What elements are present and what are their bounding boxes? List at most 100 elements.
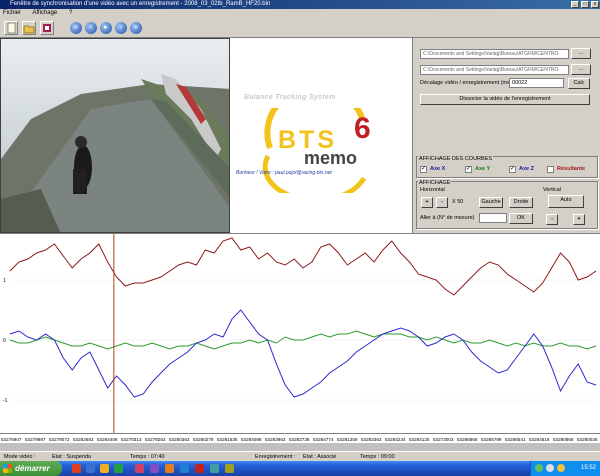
axe-y-checkbox[interactable]: ✓	[465, 166, 472, 173]
series-line-x	[9, 237, 597, 296]
bts-logo-area: Balance Tracking System BTS 6 memo Bonhe…	[230, 38, 412, 233]
menu-bar: Fichier Affichage ?	[0, 9, 600, 18]
goto-input[interactable]	[479, 213, 507, 223]
x-tick-label: 53286541	[505, 437, 526, 442]
x-tick-label: 53280279	[193, 437, 214, 442]
browse-video-button[interactable]: ...	[571, 48, 591, 59]
resultante-label: Résultante	[557, 166, 586, 172]
quicklaunch-icon-3[interactable]	[100, 464, 109, 473]
open-folder-icon[interactable]	[22, 21, 36, 35]
task-icon-1[interactable]	[135, 464, 144, 473]
calc-button[interactable]: Calc	[568, 78, 590, 89]
curves-title: AFFICHAGE DES COURBES	[418, 156, 494, 163]
forward-icon[interactable]: ›	[115, 22, 127, 34]
axe-z-checkbox[interactable]: ✓	[509, 166, 516, 173]
tray-volume-icon[interactable]	[546, 464, 554, 472]
tray-app-icon[interactable]	[557, 464, 565, 472]
task-icon-3[interactable]	[165, 464, 174, 473]
x-tick-label: 53284125	[409, 437, 430, 442]
accelerometer-chart[interactable]: 1 0 -1	[0, 233, 600, 434]
task-icon-5[interactable]	[195, 464, 204, 473]
quicklaunch-icon-1[interactable]	[72, 464, 81, 473]
x-tick-label: 53284234	[385, 437, 406, 442]
maximize-button[interactable]: □	[581, 1, 589, 8]
start-button[interactable]: démarrer	[0, 461, 62, 476]
axe-x-checkbox[interactable]: ✓	[420, 166, 427, 173]
x-tick-label: 53279897	[25, 437, 46, 442]
x-tick-label: 53276907	[1, 437, 22, 442]
x-tick-label: 53273003	[433, 437, 454, 442]
x-tick-label: 53284408	[97, 437, 118, 442]
video-path-field[interactable]: C:\Documents and Settings\Varlag\Bureau\…	[420, 49, 569, 59]
axe-x-label: Axe X	[430, 166, 446, 172]
gauche-button[interactable]: Gauche	[479, 197, 503, 208]
tray-network-icon[interactable]	[535, 464, 543, 472]
x-tick-label: 53284774	[313, 437, 334, 442]
vertical-label: Vertical	[543, 187, 562, 193]
x-tick-label: 53281635	[217, 437, 238, 442]
new-file-icon[interactable]	[4, 21, 18, 35]
axe-y-label: Axe Y	[475, 166, 491, 172]
close-button[interactable]: x	[591, 1, 599, 8]
x-tick-label: 53280363	[169, 437, 190, 442]
ok-button[interactable]: OK	[509, 213, 533, 224]
resultante-checkbox[interactable]	[547, 166, 554, 173]
x-tick-label: 53281359	[337, 437, 358, 442]
dissociate-button[interactable]: Dissocier la vidéo de l'enregistrement	[420, 94, 590, 105]
v-zoom-in-button[interactable]: +	[573, 214, 585, 225]
logo-footer: Bonheur ! Votre : paul.pujol@racing-bts.…	[236, 170, 332, 176]
display-title: AFFICHAGE	[418, 180, 452, 187]
windows-logo-icon	[3, 464, 12, 473]
v-zoom-out-button[interactable]: -	[546, 214, 558, 225]
record-path-field[interactable]: C:\Documents and Settings\Varlag\Bureau\…	[420, 65, 569, 75]
menu-help[interactable]: ?	[69, 10, 72, 16]
chart-svg: 1 0 -1	[3, 234, 597, 434]
x-tick-label: 53283363	[361, 437, 382, 442]
video-frame[interactable]	[0, 38, 230, 233]
last-icon[interactable]: »	[130, 22, 142, 34]
minimize-button[interactable]: _	[571, 1, 579, 8]
offset-input[interactable]: 00022	[509, 78, 564, 88]
droite-button[interactable]: Droite	[509, 197, 533, 208]
x-tick-label: 53280868	[553, 437, 574, 442]
taskbar: démarrer 15:52	[0, 461, 600, 476]
h-zoom-in-button[interactable]: +	[421, 197, 433, 208]
video-icon[interactable]	[40, 21, 54, 35]
quicklaunch-icon-4[interactable]	[114, 464, 123, 473]
x-tick-label: 53282738	[289, 437, 310, 442]
h-zoom-out-button[interactable]: -	[436, 197, 448, 208]
x-tick-label: 53278263	[145, 437, 166, 442]
task-icon-7[interactable]	[225, 464, 234, 473]
x-tick-label: 53284518	[529, 437, 550, 442]
series-line-z	[9, 309, 597, 398]
goto-label: Aller à (N° de mesure)	[420, 215, 475, 221]
window-title: Fenêtre de synchronisation d'une vidéo a…	[10, 1, 271, 7]
zoom-value: X 50	[452, 199, 464, 205]
x-tick-label: 53283963	[265, 437, 286, 442]
logo-memo: memo	[304, 148, 358, 168]
x-tick-label: 53285799	[481, 437, 502, 442]
quicklaunch-icon-2[interactable]	[86, 464, 95, 473]
menu-affichage[interactable]: Affichage	[32, 10, 57, 16]
x-tick-label: 53286868	[457, 437, 478, 442]
browse-record-button[interactable]: ...	[571, 64, 591, 75]
menu-fichier[interactable]: Fichier	[3, 10, 21, 16]
toolbar: « ‹ ▸ › »	[0, 18, 600, 38]
rewind-icon[interactable]: ‹	[85, 22, 97, 34]
x-tick-label: 53280028	[577, 437, 598, 442]
start-label: démarrer	[15, 464, 50, 473]
horizontal-label: Horizontal	[420, 187, 445, 193]
y-tick-label: -1	[3, 398, 8, 404]
status-bar: Mode vidéo : Etat : Suspendu Temps : 07:…	[0, 451, 600, 461]
task-icon-4[interactable]	[180, 464, 189, 473]
play-icon[interactable]: ▸	[100, 22, 112, 34]
x-tick-label: 53282683	[73, 437, 94, 442]
x-tick-label: 53278313	[121, 437, 142, 442]
time-axis-svg: 53276907 53279897 53279072 53282683 53284408…	[1, 437, 598, 442]
auto-button[interactable]: Auto	[548, 195, 584, 208]
first-icon[interactable]: «	[70, 22, 82, 34]
task-icon-6[interactable]	[210, 464, 219, 473]
logo-six: 6	[354, 112, 371, 145]
task-icon-2[interactable]	[150, 464, 159, 473]
y-tick-label: 1	[3, 278, 6, 284]
